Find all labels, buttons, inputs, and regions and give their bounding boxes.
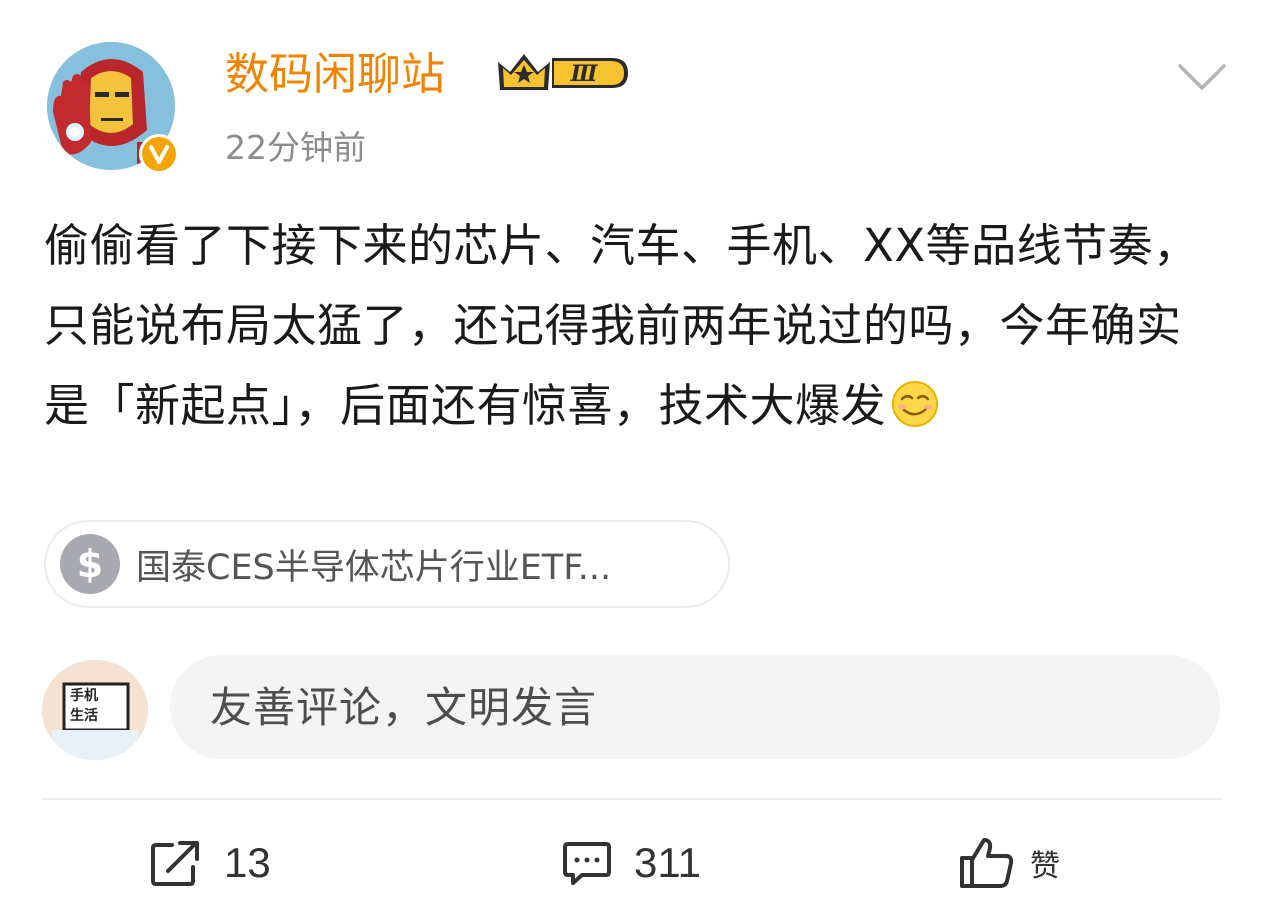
repost-button[interactable]: 13: [150, 832, 271, 894]
avatar-text-line1: 手机: [70, 687, 98, 704]
chevron-down-icon[interactable]: [1176, 58, 1228, 94]
divider: [42, 798, 1222, 800]
repost-icon: [151, 841, 199, 886]
verified-badge-icon: [139, 134, 179, 174]
like-button[interactable]: 赞: [958, 832, 1060, 894]
vip-crown-badge-icon[interactable]: Ⅲ: [496, 50, 632, 100]
dollar-icon: $: [60, 534, 120, 594]
post-text: 偷偷看了下接下来的芯片、汽车、手机、XX等品线节奏，只能说布局太猛了，还记得我前…: [44, 219, 1199, 432]
like-label: 赞: [1030, 849, 1060, 884]
thumbs-up-icon: [960, 838, 1014, 888]
current-user-avatar[interactable]: 手机 生活: [42, 660, 148, 760]
fund-link-chip[interactable]: $ 国泰CES半导体芯片行业ETF...: [44, 520, 730, 608]
author-avatar-container[interactable]: [47, 42, 181, 176]
post-timestamp: 22分钟前: [225, 128, 366, 167]
post-content: 偷偷看了下接下来的芯片、汽车、手机、XX等品线节奏，只能说布局太猛了，还记得我前…: [44, 206, 1222, 454]
comment-count: 311: [634, 839, 701, 886]
comment-icon: [563, 842, 611, 885]
avatar-text-line2: 生活: [70, 707, 98, 724]
author-name[interactable]: 数码闲聊站: [225, 44, 445, 106]
comment-input[interactable]: [170, 655, 1220, 759]
repost-count: 13: [224, 839, 271, 886]
smirk-face-emoji-icon: [890, 374, 940, 454]
comment-button[interactable]: 311: [562, 832, 701, 894]
user-avatar-image: 手机 生活: [42, 660, 148, 760]
vip-level-text: Ⅲ: [570, 61, 599, 87]
fund-name: 国泰CES半导体芯片行业ETF...: [136, 547, 612, 588]
